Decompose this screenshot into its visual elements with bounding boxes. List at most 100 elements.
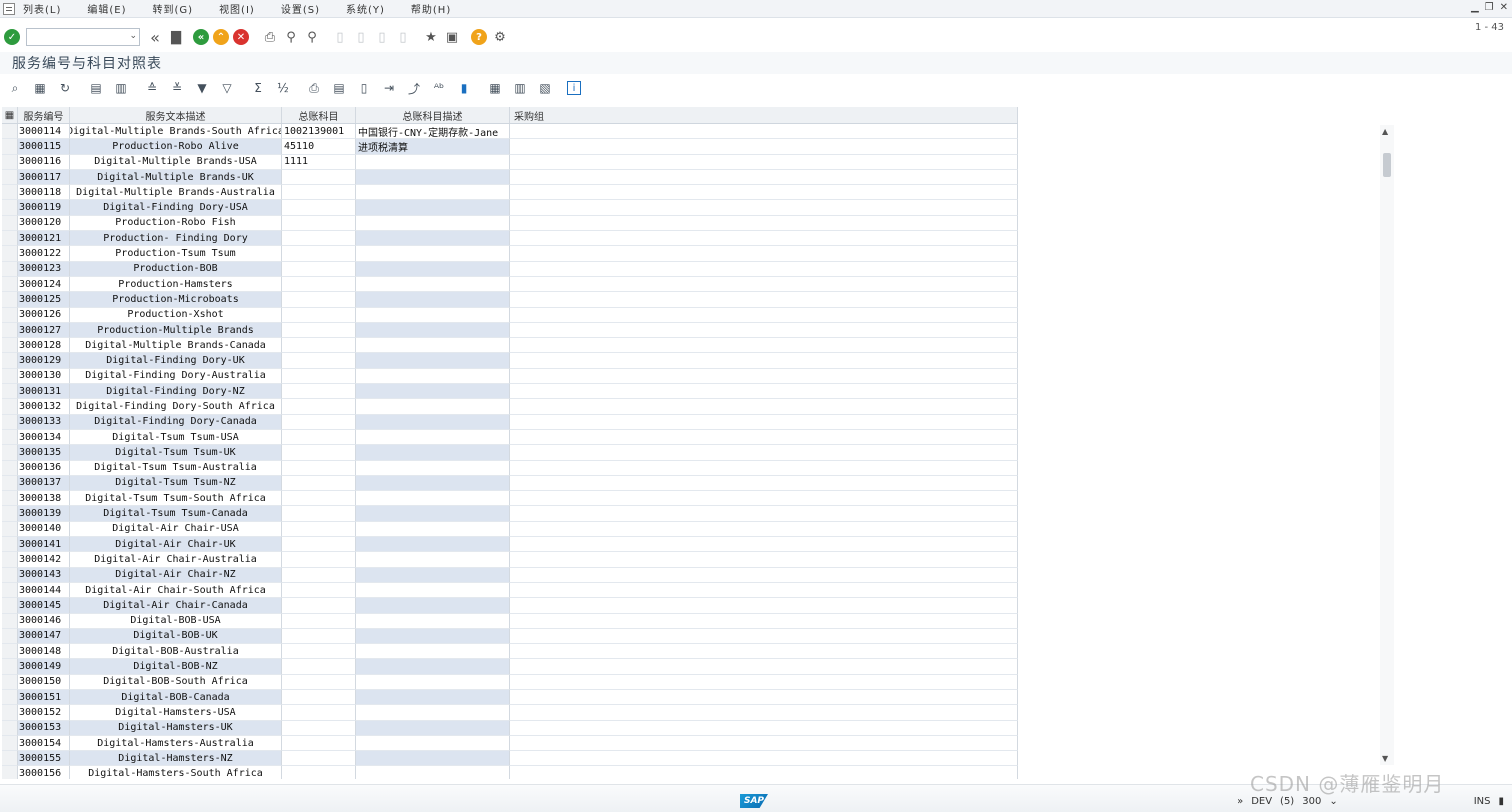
scroll-down-icon[interactable]: ▼ <box>1382 754 1388 763</box>
gl-account-desc-cell[interactable] <box>356 169 510 186</box>
previous-page-icon[interactable]: ▯ <box>352 28 370 46</box>
purchasing-group-cell[interactable] <box>510 735 1018 752</box>
table-row[interactable]: 3000121 Production- Finding Dory <box>2 231 1018 247</box>
new-session-icon[interactable]: ★ <box>422 28 440 46</box>
menu-item-edit[interactable]: 编辑(E) <box>87 1 126 16</box>
vertical-scrollbar[interactable]: ▲ ▼ <box>1380 125 1394 765</box>
table-row[interactable]: 3000123 Production-BOB <box>2 261 1018 277</box>
service-number-cell[interactable]: 3000142 <box>18 552 70 568</box>
row-selector[interactable] <box>2 567 18 583</box>
purchasing-group-cell[interactable] <box>510 521 1018 538</box>
purchasing-group-cell[interactable] <box>510 506 1018 522</box>
service-text-cell[interactable]: Digital-Hamsters-USA <box>70 705 282 721</box>
purchasing-group-cell[interactable] <box>510 475 1018 492</box>
purchasing-group-cell[interactable] <box>510 613 1018 629</box>
table-row[interactable]: 3000140 Digital-Air Chair-USA <box>2 521 1018 538</box>
service-number-cell[interactable]: 3000138 <box>18 491 70 507</box>
gl-account-cell[interactable] <box>282 307 356 323</box>
table-row[interactable]: 3000149 Digital-BOB-NZ <box>2 659 1018 675</box>
choose-layout-icon[interactable]: ▥ <box>511 79 529 97</box>
gl-account-cell[interactable] <box>282 322 356 339</box>
gl-account-cell[interactable] <box>282 521 356 538</box>
gl-account-desc-cell[interactable] <box>356 720 510 736</box>
service-text-cell[interactable]: Digital-Finding Dory-NZ <box>70 384 282 400</box>
back-icon[interactable]: « <box>193 29 209 45</box>
service-text-cell[interactable]: Digital-Finding Dory-Australia <box>70 368 282 385</box>
scroll-thumb[interactable] <box>1383 153 1391 177</box>
service-number-cell[interactable]: 3000152 <box>18 705 70 721</box>
gl-account-desc-cell[interactable] <box>356 567 510 583</box>
row-selector[interactable] <box>2 399 18 415</box>
table-row[interactable]: 3000146 Digital-BOB-USA <box>2 613 1018 629</box>
purchasing-group-cell[interactable] <box>510 215 1018 232</box>
service-text-cell[interactable]: Production- Finding Dory <box>70 231 282 247</box>
service-text-cell[interactable]: Digital-Hamsters-UK <box>70 720 282 736</box>
gl-account-cell[interactable] <box>282 506 356 522</box>
row-selector[interactable] <box>2 552 18 568</box>
purchasing-group-cell[interactable] <box>510 139 1018 155</box>
abc-analysis-icon[interactable]: ᴬᵇ <box>430 79 448 97</box>
column-header[interactable]: 总账科目描述 <box>356 107 510 123</box>
gl-account-cell[interactable] <box>282 659 356 675</box>
table-row[interactable]: 3000135 Digital-Tsum Tsum-UK <box>2 445 1018 461</box>
row-selector[interactable] <box>2 460 18 476</box>
service-text-cell[interactable]: Digital-Tsum Tsum-UK <box>70 445 282 461</box>
column-header[interactable]: 服务编号 <box>18 107 70 123</box>
close-window-icon[interactable]: ✕ <box>1500 2 1508 13</box>
sort-ascending-icon[interactable]: ≙ <box>143 79 161 97</box>
table-row[interactable]: 3000152 Digital-Hamsters-USA <box>2 705 1018 721</box>
gl-account-cell[interactable] <box>282 491 356 507</box>
purchasing-group-cell[interactable] <box>510 720 1018 736</box>
save-layout-icon[interactable]: ▧ <box>536 79 554 97</box>
select-all-icon[interactable]: ▤ <box>87 79 105 97</box>
minimize-icon[interactable]: ▁ <box>1471 2 1479 13</box>
save-icon[interactable]: ▇ <box>167 28 185 46</box>
service-text-cell[interactable]: Digital-Tsum Tsum-South Africa <box>70 491 282 507</box>
table-row[interactable]: 3000153 Digital-Hamsters-UK <box>2 720 1018 736</box>
purchasing-group-cell[interactable] <box>510 537 1018 553</box>
gl-account-desc-cell[interactable] <box>356 276 510 293</box>
service-text-cell[interactable]: Digital-BOB-USA <box>70 613 282 629</box>
purchasing-group-cell[interactable] <box>510 567 1018 583</box>
purchasing-group-cell[interactable] <box>510 552 1018 568</box>
service-text-cell[interactable]: Production-Hamsters <box>70 276 282 293</box>
gl-account-desc-cell[interactable] <box>356 735 510 752</box>
service-text-cell[interactable]: Digital-Tsum Tsum-NZ <box>70 475 282 492</box>
gl-account-desc-cell[interactable] <box>356 353 510 369</box>
print-preview-icon[interactable]: ⎙ <box>305 79 323 97</box>
table-row[interactable]: 3000150 Digital-BOB-South Africa <box>2 674 1018 690</box>
purchasing-group-cell[interactable] <box>510 491 1018 507</box>
service-text-cell[interactable]: Digital-Multiple Brands-USA <box>70 154 282 170</box>
gl-account-desc-cell[interactable] <box>356 705 510 721</box>
purchasing-group-cell[interactable] <box>510 644 1018 660</box>
service-text-cell[interactable]: Digital-Multiple Brands-Australia <box>70 185 282 201</box>
row-selector[interactable] <box>2 613 18 629</box>
refresh-icon[interactable]: ↻ <box>56 79 74 97</box>
row-selector[interactable] <box>2 322 18 339</box>
purchasing-group-cell[interactable] <box>510 154 1018 170</box>
table-row[interactable]: 3000147 Digital-BOB-UK <box>2 628 1018 645</box>
menu-item-list[interactable]: 列表(L) <box>23 1 61 16</box>
cancel-icon[interactable]: ✕ <box>233 29 249 45</box>
service-text-cell[interactable]: Digital-Hamsters-South Africa <box>70 766 282 779</box>
purchasing-group-cell[interactable] <box>510 368 1018 385</box>
next-page-icon[interactable]: ▯ <box>373 28 391 46</box>
purchasing-group-cell[interactable] <box>510 261 1018 277</box>
service-text-cell[interactable]: Digital-BOB-NZ <box>70 659 282 675</box>
scroll-up-icon[interactable]: ▲ <box>1382 127 1388 136</box>
row-selector[interactable] <box>2 598 18 614</box>
gl-account-cell[interactable]: 45110 <box>282 139 356 155</box>
gl-account-cell[interactable] <box>282 215 356 232</box>
word-processing-icon[interactable]: ▯ <box>355 79 373 97</box>
table-row[interactable]: 3000129 Digital-Finding Dory-UK <box>2 353 1018 369</box>
gl-account-desc-cell[interactable] <box>356 399 510 415</box>
gl-account-cell[interactable] <box>282 231 356 247</box>
purchasing-group-cell[interactable] <box>510 307 1018 323</box>
service-number-cell[interactable]: 3000137 <box>18 475 70 492</box>
service-text-cell[interactable]: Digital-Air Chair-South Africa <box>70 582 282 599</box>
table-row[interactable]: 3000118 Digital-Multiple Brands-Australia <box>2 185 1018 201</box>
gl-account-desc-cell[interactable] <box>356 246 510 262</box>
row-selector[interactable] <box>2 537 18 553</box>
gl-account-desc-cell[interactable] <box>356 460 510 476</box>
row-selector[interactable] <box>2 521 18 538</box>
